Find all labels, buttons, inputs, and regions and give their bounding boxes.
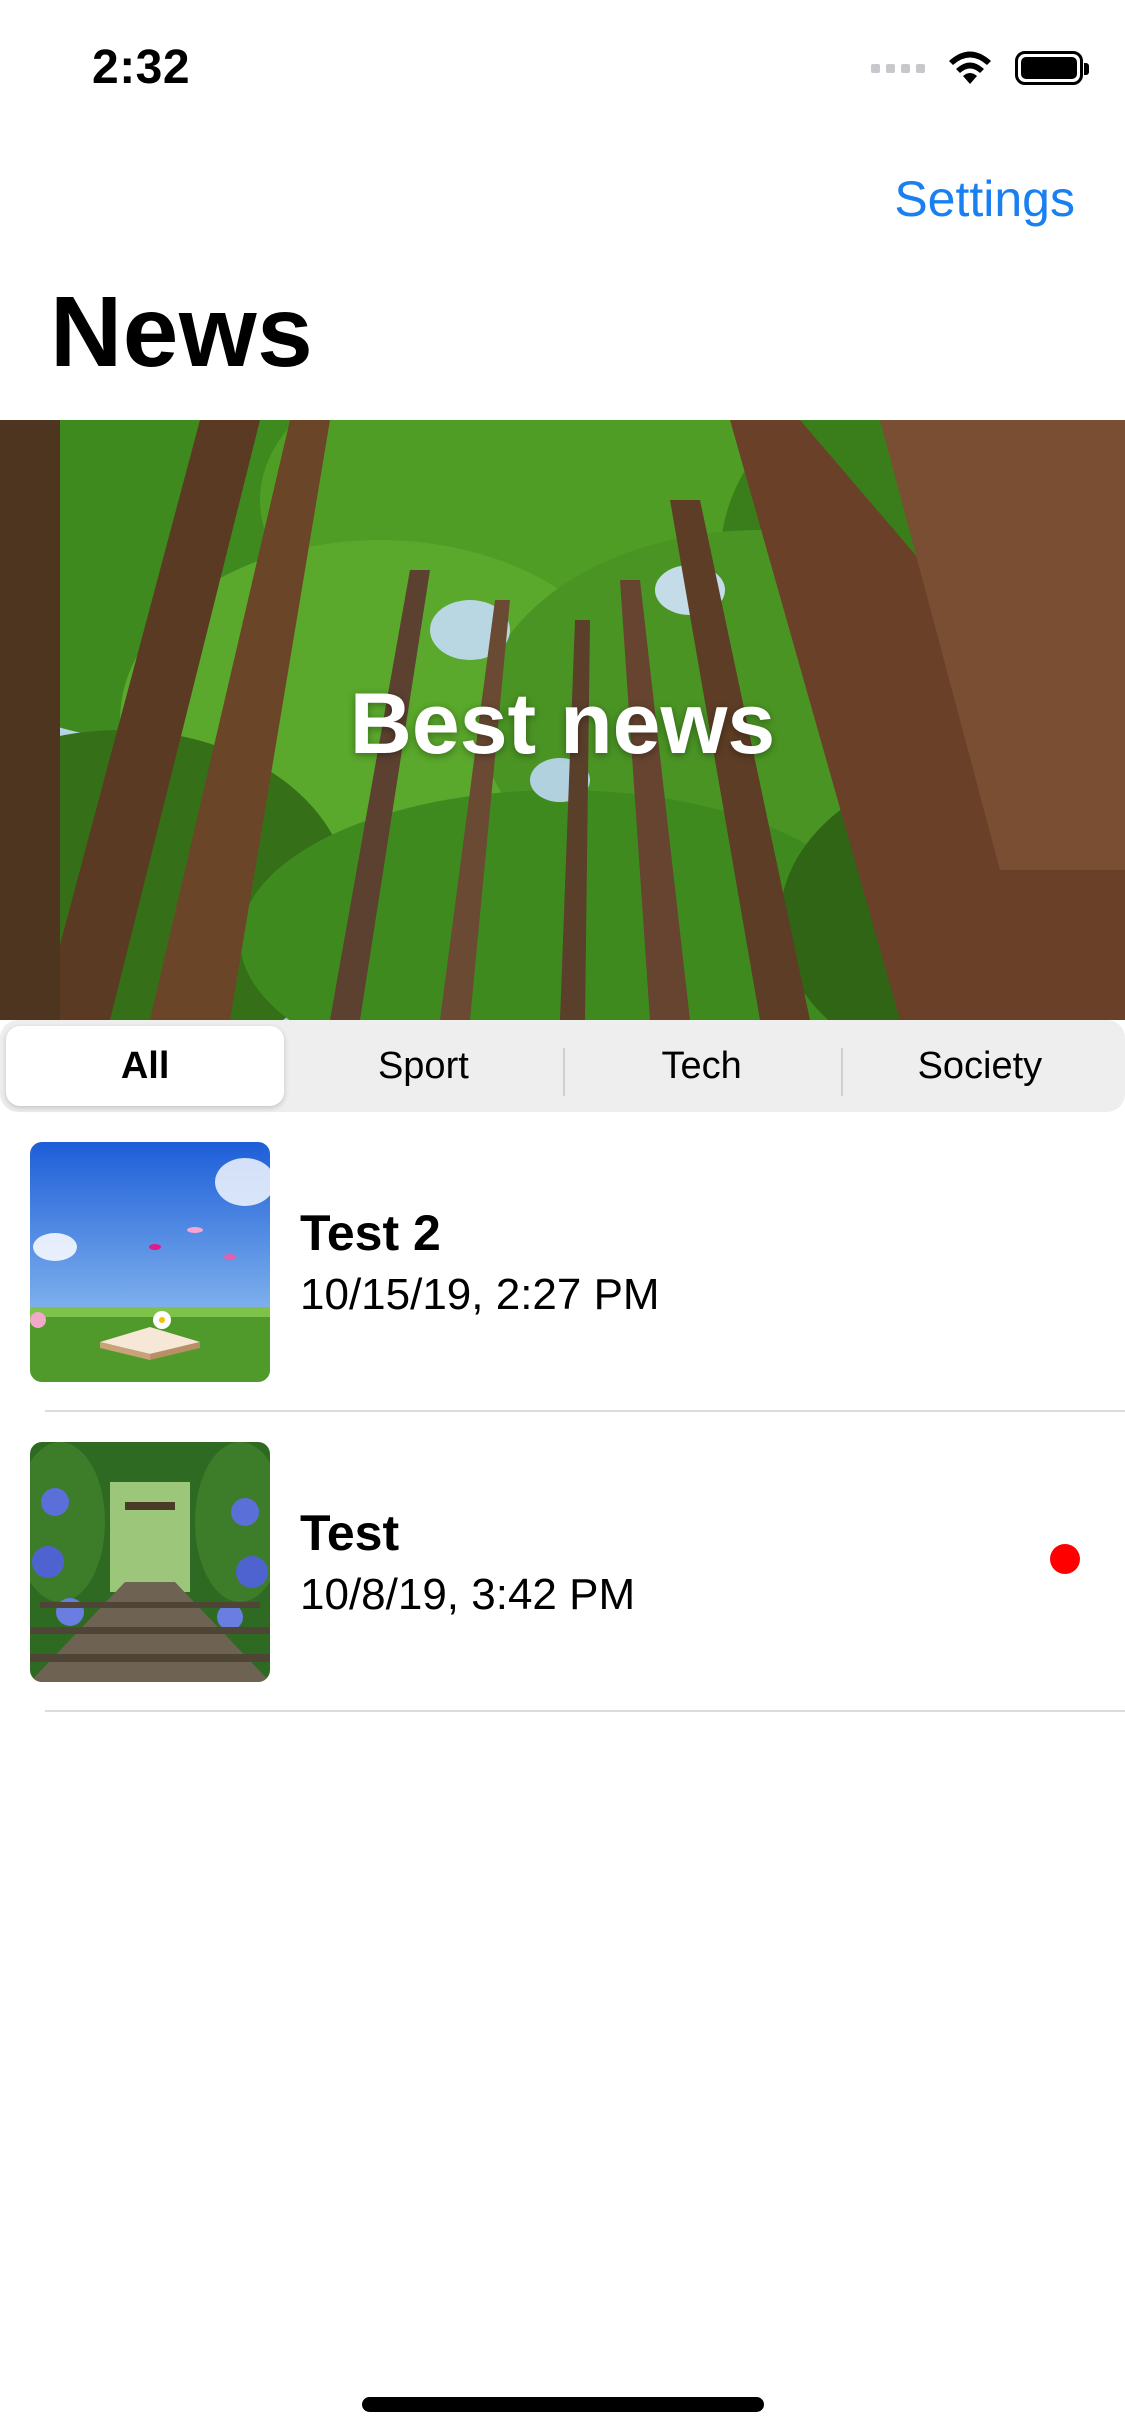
news-list-item[interactable]: Test 2 10/15/19, 2:27 PM: [0, 1112, 1125, 1412]
status-indicators: [871, 48, 1089, 88]
category-segmented-control[interactable]: All Sport Tech Society: [0, 1020, 1125, 1112]
segment-tech[interactable]: Tech: [562, 1026, 841, 1106]
status-time: 2:32: [92, 41, 191, 94]
garden-path-image: [30, 1442, 270, 1682]
news-list-item[interactable]: Test 10/8/19, 3:42 PM: [0, 1412, 1125, 1712]
hero-banner[interactable]: Best news: [0, 420, 1125, 1020]
news-title: Test: [300, 1505, 400, 1561]
home-indicator[interactable]: [362, 2397, 764, 2412]
news-thumbnail: [30, 1142, 270, 1382]
page-title: News: [50, 276, 314, 388]
cellular-signal-icon: [871, 63, 925, 73]
segment-all[interactable]: All: [6, 1026, 285, 1106]
news-title: Test 2: [300, 1205, 441, 1261]
settings-button[interactable]: Settings: [894, 170, 1075, 228]
unread-indicator: [1050, 1544, 1080, 1574]
book-meadow-image: [30, 1142, 270, 1382]
news-date: 10/15/19, 2:27 PM: [300, 1270, 660, 1319]
hero-title: Best news: [349, 676, 776, 772]
news-thumbnail: [30, 1442, 270, 1682]
segment-society[interactable]: Society: [840, 1026, 1119, 1106]
row-separator: [45, 1710, 1125, 1712]
wifi-icon: [949, 51, 991, 84]
news-list: Test 2 10/15/19, 2:27 PM Test 10/8/19, 3…: [0, 1112, 1125, 1712]
news-date: 10/8/19, 3:42 PM: [300, 1570, 636, 1619]
battery-icon: [1015, 51, 1089, 85]
segment-sport[interactable]: Sport: [284, 1026, 562, 1106]
